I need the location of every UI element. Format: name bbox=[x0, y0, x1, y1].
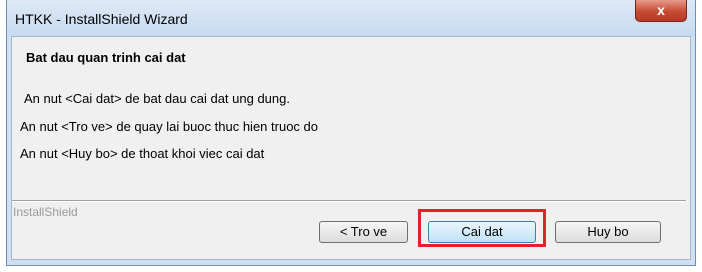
install-button[interactable]: Cai dat bbox=[428, 221, 536, 243]
back-button[interactable]: < Tro ve bbox=[319, 221, 408, 243]
close-button[interactable]: x bbox=[635, 0, 687, 22]
window-title: HTKK - InstallShield Wizard bbox=[15, 11, 188, 27]
instruction-back: An nut <Tro ve> de quay lai buoc thuc hi… bbox=[20, 119, 318, 134]
close-icon: x bbox=[657, 2, 665, 18]
instruction-install: An nut <Cai dat> de bat dau cai dat ung … bbox=[24, 91, 290, 106]
title-bar[interactable]: HTKK - InstallShield Wizard x bbox=[7, 0, 695, 36]
cancel-button[interactable]: Huy bo bbox=[555, 221, 661, 243]
footer-separator bbox=[12, 200, 686, 202]
installshield-brand: InstallShield bbox=[13, 205, 78, 219]
installer-window: HTKK - InstallShield Wizard x Bat dau qu… bbox=[6, 0, 696, 266]
instruction-cancel: An nut <Huy bo> de thoat khoi viec cai d… bbox=[20, 146, 265, 161]
dialog-content: Bat dau quan trinh cai dat An nut <Cai d… bbox=[11, 36, 691, 260]
dialog-heading: Bat dau quan trinh cai dat bbox=[26, 50, 186, 65]
